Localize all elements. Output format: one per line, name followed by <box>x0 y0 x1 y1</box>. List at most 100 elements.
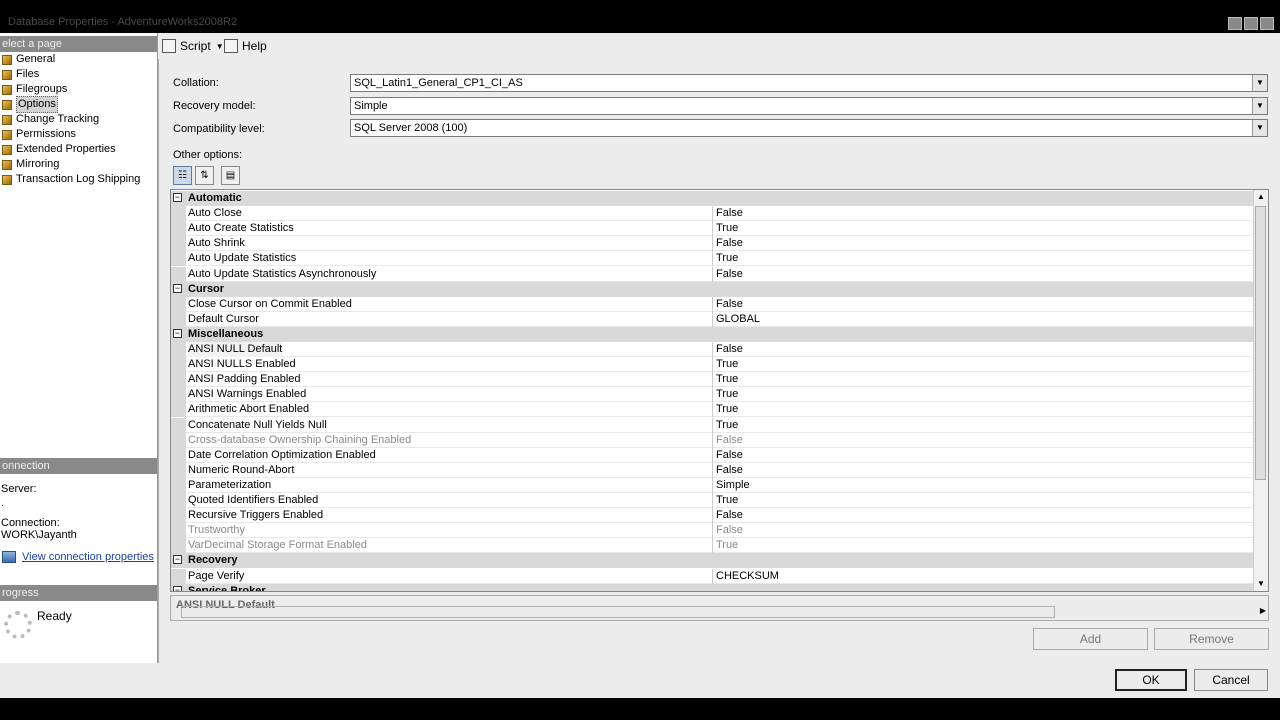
property-row[interactable]: Auto Create Statistics True <box>171 221 1254 237</box>
property-value[interactable]: True <box>716 493 738 508</box>
horizontal-scrollbar[interactable]: ▶ <box>171 606 1268 619</box>
property-value[interactable]: False <box>716 297 743 312</box>
property-row[interactable]: Recursive Triggers Enabled False <box>171 508 1254 524</box>
property-row[interactable]: Auto Shrink False <box>171 236 1254 252</box>
property-row[interactable]: Auto Close False <box>171 206 1254 222</box>
page-item-transaction-log-shipping[interactable]: Transaction Log Shipping <box>2 172 140 187</box>
property-value[interactable]: GLOBAL <box>716 312 760 327</box>
property-name: Cross-database Ownership Chaining Enable… <box>188 433 412 446</box>
property-value[interactable]: False <box>716 236 743 251</box>
add-button[interactable]: Add <box>1033 628 1148 650</box>
property-row[interactable]: Cross-database Ownership Chaining Enable… <box>171 432 1254 448</box>
cancel-button[interactable]: Cancel <box>1194 669 1268 691</box>
vertical-scrollbar[interactable]: ▲ ▼ <box>1253 190 1268 591</box>
description-panel: ANSI NULL Default ▶ <box>170 595 1269 621</box>
property-value[interactable]: False <box>716 267 743 282</box>
collapse-icon[interactable]: − <box>173 585 182 591</box>
chevron-down-icon[interactable]: ▼ <box>1252 98 1267 114</box>
scroll-down-icon[interactable]: ▼ <box>1254 577 1268 591</box>
property-row[interactable]: Auto Update Statistics Asynchronously Fal… <box>171 266 1254 282</box>
chevron-down-icon[interactable]: ▼ <box>1252 75 1267 91</box>
property-pages-icon: ▤ <box>225 170 236 181</box>
page-item-files[interactable]: Files <box>2 67 39 82</box>
close-icon[interactable] <box>1260 17 1274 30</box>
categorized-icon: ☷ <box>178 170 187 181</box>
property-row[interactable]: Arithmetic Abort Enabled True <box>171 402 1254 418</box>
property-row[interactable]: Concatenate Null Yields Null True <box>171 417 1254 433</box>
categorized-view-button[interactable]: ☷ <box>173 166 192 185</box>
property-value[interactable]: True <box>716 538 738 553</box>
collation-value: SQL_Latin1_General_CP1_CI_AS <box>354 77 523 89</box>
view-connection-properties[interactable]: View connection properties <box>2 551 154 563</box>
grid-category[interactable]: − Cursor <box>171 281 1254 297</box>
property-value[interactable]: False <box>716 342 743 357</box>
chevron-down-icon[interactable]: ▼ <box>1252 120 1267 136</box>
collapse-icon[interactable]: − <box>173 193 182 202</box>
property-value[interactable]: True <box>716 372 738 387</box>
recovery-model-combobox[interactable]: Simple ▼ <box>350 97 1268 115</box>
collapse-icon[interactable]: − <box>173 555 182 565</box>
property-value[interactable]: False <box>716 433 743 448</box>
collapse-icon[interactable]: − <box>173 283 182 293</box>
property-value[interactable]: Simple <box>716 478 750 493</box>
page-item-options[interactable]: Options <box>2 96 58 113</box>
property-value[interactable]: True <box>716 251 738 266</box>
grid-category[interactable]: − Recovery <box>171 553 1254 569</box>
view-connection-link[interactable]: View connection properties <box>22 551 154 563</box>
category-name: Automatic <box>188 192 242 204</box>
property-value[interactable]: False <box>716 206 743 221</box>
property-row[interactable]: Auto Update Statistics True <box>171 251 1254 267</box>
property-value[interactable]: True <box>716 402 738 417</box>
property-value[interactable]: True <box>716 357 738 372</box>
property-value[interactable]: True <box>716 387 738 402</box>
scroll-up-icon[interactable]: ▲ <box>1254 190 1268 204</box>
property-row[interactable]: VarDecimal Storage Format Enabled True <box>171 538 1254 554</box>
property-value[interactable]: True <box>716 221 738 236</box>
property-row[interactable]: ANSI NULL Default False <box>171 342 1254 357</box>
grid-category[interactable]: − Automatic <box>171 191 1254 206</box>
scrollbar-thumb[interactable] <box>1255 206 1266 480</box>
collation-combobox[interactable]: SQL_Latin1_General_CP1_CI_AS ▼ <box>350 74 1268 92</box>
property-value[interactable]: False <box>716 463 743 478</box>
compatibility-level-combobox[interactable]: SQL Server 2008 (100) ▼ <box>350 119 1268 137</box>
property-row[interactable]: ANSI Warnings Enabled True <box>171 387 1254 403</box>
property-value[interactable]: False <box>716 508 743 523</box>
property-row[interactable]: Page Verify CHECKSUM <box>171 568 1254 584</box>
page-item-change-tracking[interactable]: Change Tracking <box>2 112 99 127</box>
page-item-permissions[interactable]: Permissions <box>2 127 76 142</box>
minimize-icon[interactable] <box>1228 17 1242 30</box>
property-row[interactable]: ANSI Padding Enabled True <box>171 372 1254 388</box>
page-icon <box>2 54 12 65</box>
page-item-general[interactable]: General <box>2 52 55 67</box>
property-row[interactable]: Quoted Identifiers Enabled True <box>171 493 1254 508</box>
property-value[interactable]: False <box>716 448 743 463</box>
property-value[interactable]: CHECKSUM <box>716 569 779 584</box>
property-row[interactable]: Close Cursor on Commit Enabled False <box>171 296 1254 312</box>
grid-category[interactable]: − Service Broker <box>171 583 1254 591</box>
property-row[interactable]: Date Correlation Optimization Enabled Fal… <box>171 447 1254 463</box>
maximize-icon[interactable] <box>1244 17 1258 30</box>
help-button[interactable]: Help <box>224 39 267 53</box>
property-grid[interactable]: − Automatic Auto Close False Auto Create Sta… <box>170 189 1269 592</box>
page-item-filegroups[interactable]: Filegroups <box>2 82 67 97</box>
page-item-mirroring[interactable]: Mirroring <box>2 157 59 172</box>
property-row[interactable]: ANSI NULLS Enabled True <box>171 357 1254 373</box>
page-item-label: General <box>16 53 56 65</box>
property-row[interactable]: Parameterization Simple <box>171 477 1254 493</box>
page-item-extended-properties[interactable]: Extended Properties <box>2 142 116 157</box>
grid-category[interactable]: − Miscellaneous <box>171 326 1254 342</box>
property-pages-button[interactable]: ▤ <box>221 166 240 185</box>
ok-button[interactable]: OK <box>1115 669 1187 691</box>
property-name: Auto Update Statistics Asynchronously <box>188 267 377 280</box>
property-value[interactable]: False <box>716 523 743 538</box>
script-button[interactable]: Script ▼ <box>162 39 224 53</box>
property-row[interactable]: Default Cursor GLOBAL <box>171 311 1254 327</box>
scroll-right-icon[interactable]: ▶ <box>1260 606 1266 615</box>
property-row[interactable]: Trustworthy False <box>171 523 1254 539</box>
property-row[interactable]: Numeric Round-Abort False <box>171 462 1254 478</box>
horizontal-scrollbar-thumb[interactable] <box>181 606 1055 618</box>
alphabetical-sort-button[interactable]: ⇅ <box>195 166 214 185</box>
remove-button[interactable]: Remove <box>1154 628 1269 650</box>
collapse-icon[interactable]: − <box>173 328 182 338</box>
property-value[interactable]: True <box>716 418 738 433</box>
